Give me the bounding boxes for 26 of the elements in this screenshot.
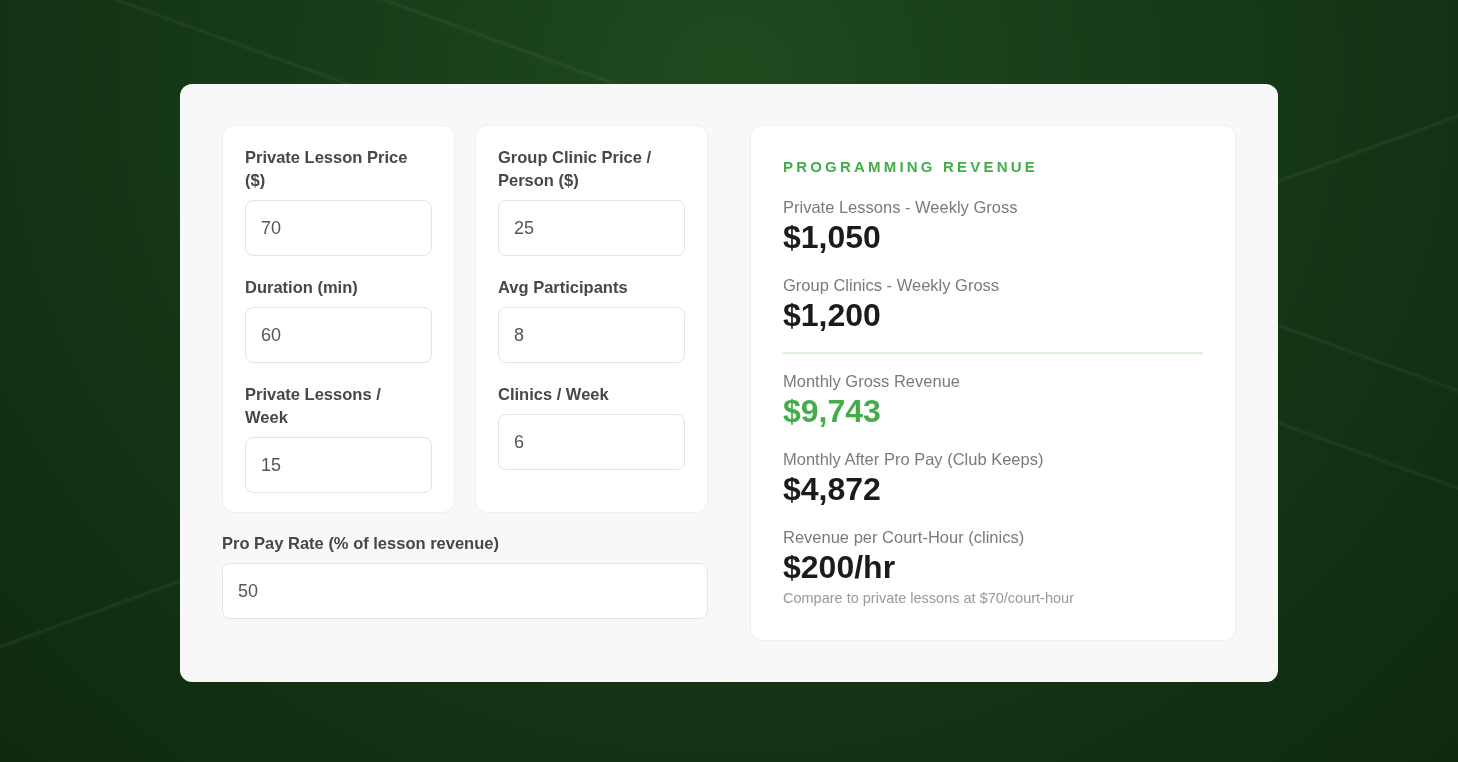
input-field[interactable]: 60 bbox=[245, 307, 432, 363]
metric-value: $1,050 bbox=[783, 219, 881, 255]
field-label: Group Clinic Price / Person ($) bbox=[498, 147, 653, 191]
input-field[interactable]: 15 bbox=[245, 437, 432, 493]
metric-value: $200/hr bbox=[783, 549, 896, 585]
metric-label: Monthly Gross Revenue bbox=[783, 371, 960, 391]
input-field[interactable]: 8 bbox=[498, 307, 685, 363]
field-label: Private Lesson Price ($) bbox=[245, 147, 409, 191]
metric-value: $1,200 bbox=[783, 297, 881, 333]
field-label: Duration (min) bbox=[245, 277, 359, 298]
input-field[interactable]: 25 bbox=[498, 200, 685, 256]
field-label: Private Lessons / Week bbox=[245, 384, 382, 428]
metric-note: Compare to private lessons at $70/court-hour bbox=[783, 589, 1074, 607]
results-title: PROGRAMMING REVENUE bbox=[783, 157, 1039, 177]
metric-value: $9,743 bbox=[783, 393, 881, 429]
input-field[interactable]: 70 bbox=[245, 200, 432, 256]
field-label: Avg Participants bbox=[498, 277, 629, 298]
input-field[interactable]: 50 bbox=[222, 563, 708, 619]
metric-label: Revenue per Court-Hour (clinics) bbox=[783, 527, 1025, 547]
metric-value: $4,872 bbox=[783, 471, 881, 507]
input-field[interactable]: 6 bbox=[498, 414, 685, 470]
metric-label: Private Lessons - Weekly Gross bbox=[783, 197, 1018, 217]
metric-label: Monthly After Pro Pay (Club Keeps) bbox=[783, 449, 1044, 469]
metric-label: Group Clinics - Weekly Gross bbox=[783, 275, 1000, 295]
field-label: Pro Pay Rate (% of lesson revenue) bbox=[222, 533, 500, 554]
field-label: Clinics / Week bbox=[498, 384, 610, 405]
